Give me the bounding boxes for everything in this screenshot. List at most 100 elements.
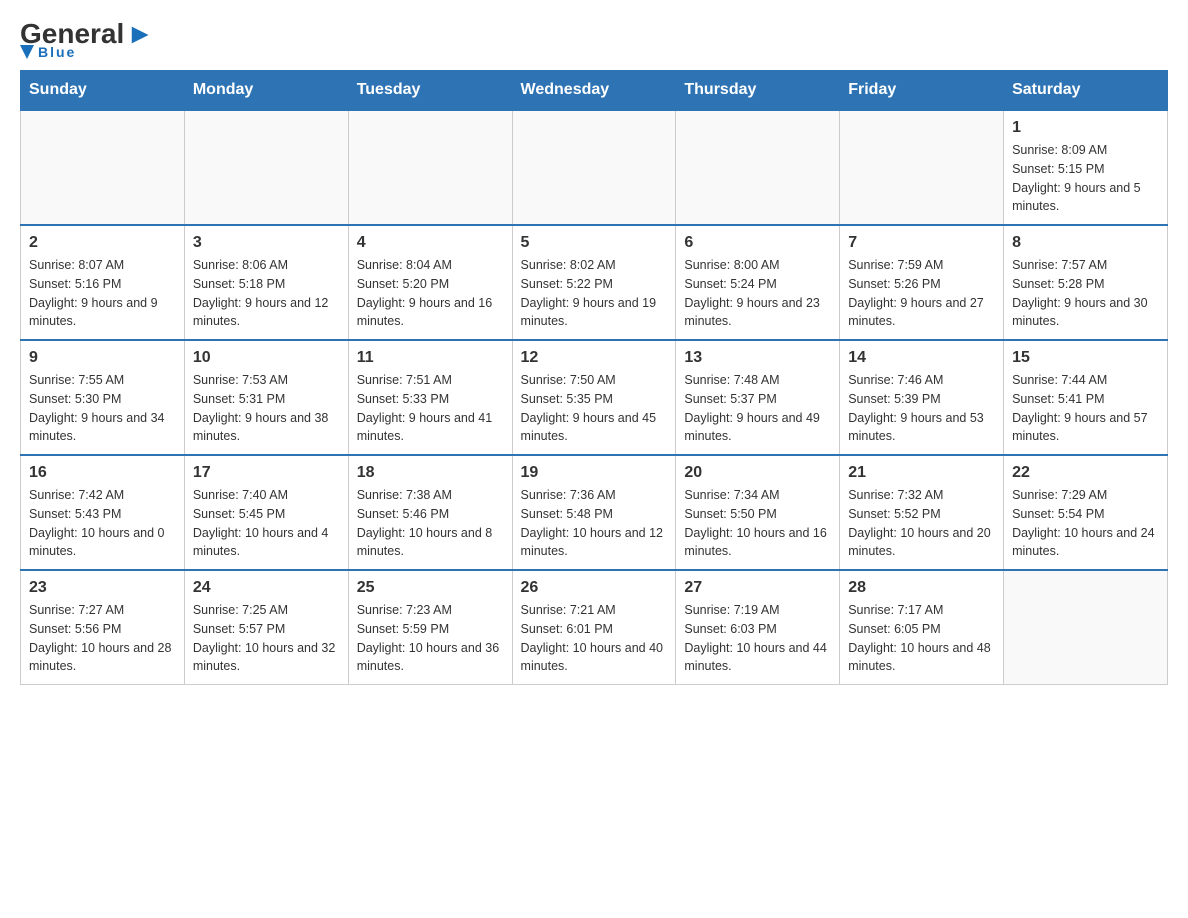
page-header: General► Blue [20,20,1168,60]
calendar-cell: 4 Sunrise: 8:04 AMSunset: 5:20 PMDaylight… [348,225,512,340]
day-info: Sunrise: 7:44 AMSunset: 5:41 PMDaylight:… [1012,371,1159,446]
day-number: 9 [29,349,176,367]
calendar-cell [21,110,185,225]
day-info: Sunrise: 7:27 AMSunset: 5:56 PMDaylight:… [29,601,176,676]
day-number: 3 [193,234,340,252]
calendar-cell: 26Sunrise: 7:21 AMSunset: 6:01 PMDayligh… [512,570,676,685]
day-number: 16 [29,464,176,482]
calendar-cell: 22 Sunrise: 7:29 AMSunset: 5:54 PMDayligh… [1004,455,1168,570]
calendar-cell: 24 Sunrise: 7:25 AMSunset: 5:57 PMDayligh… [184,570,348,685]
calendar-cell: 14 Sunrise: 7:46 AMSunset: 5:39 PMDayligh… [840,340,1004,455]
day-number: 4 [357,234,504,252]
day-number: 15 [1012,349,1159,367]
day-number: 24 [193,579,340,597]
day-info: Sunrise: 8:06 AMSunset: 5:18 PMDaylight:… [193,256,340,331]
day-info: Sunrise: 7:51 AMSunset: 5:33 PMDaylight:… [357,371,504,446]
calendar-cell: 21 Sunrise: 7:32 AMSunset: 5:52 PMDayligh… [840,455,1004,570]
day-info: Sunrise: 7:53 AMSunset: 5:31 PMDaylight:… [193,371,340,446]
day-info: Sunrise: 8:00 AMSunset: 5:24 PMDaylight:… [684,256,831,331]
day-info: Sunrise: 8:09 AMSunset: 5:15 PMDaylight:… [1012,141,1159,216]
day-number: 12 [521,349,668,367]
week-row-3: 9Sunrise: 7:55 AMSunset: 5:30 PMDaylight… [21,340,1168,455]
calendar-cell: 28 Sunrise: 7:17 AMSunset: 6:05 PMDayligh… [840,570,1004,685]
calendar-cell: 12 Sunrise: 7:50 AMSunset: 5:35 PMDayligh… [512,340,676,455]
day-info: Sunrise: 7:29 AMSunset: 5:54 PMDaylight:… [1012,486,1159,561]
day-number: 11 [357,349,504,367]
week-row-5: 23 Sunrise: 7:27 AMSunset: 5:56 PMDayligh… [21,570,1168,685]
day-info: Sunrise: 8:02 AMSunset: 5:22 PMDaylight:… [521,256,668,331]
day-number: 7 [848,234,995,252]
day-info: Sunrise: 7:32 AMSunset: 5:52 PMDaylight:… [848,486,995,561]
day-info: Sunrise: 7:50 AMSunset: 5:35 PMDaylight:… [521,371,668,446]
day-info: Sunrise: 7:46 AMSunset: 5:39 PMDaylight:… [848,371,995,446]
calendar-cell: 27Sunrise: 7:19 AMSunset: 6:03 PMDayligh… [676,570,840,685]
day-number: 18 [357,464,504,482]
calendar-cell: 18 Sunrise: 7:38 AMSunset: 5:46 PMDayligh… [348,455,512,570]
day-info: Sunrise: 7:59 AMSunset: 5:26 PMDaylight:… [848,256,995,331]
calendar-cell: 20 Sunrise: 7:34 AMSunset: 5:50 PMDayligh… [676,455,840,570]
calendar-cell: 3 Sunrise: 8:06 AMSunset: 5:18 PMDaylight… [184,225,348,340]
week-row-4: 16 Sunrise: 7:42 AMSunset: 5:43 PMDayligh… [21,455,1168,570]
day-number: 14 [848,349,995,367]
day-header-sunday: Sunday [21,71,185,111]
day-info: Sunrise: 8:04 AMSunset: 5:20 PMDaylight:… [357,256,504,331]
day-info: Sunrise: 8:07 AMSunset: 5:16 PMDaylight:… [29,256,176,331]
calendar-cell [1004,570,1168,685]
calendar-cell: 9Sunrise: 7:55 AMSunset: 5:30 PMDaylight… [21,340,185,455]
day-info: Sunrise: 7:17 AMSunset: 6:05 PMDaylight:… [848,601,995,676]
day-header-wednesday: Wednesday [512,71,676,111]
logo: General► Blue [20,20,154,60]
calendar-cell: 15 Sunrise: 7:44 AMSunset: 5:41 PMDayligh… [1004,340,1168,455]
day-number: 20 [684,464,831,482]
calendar-cell [840,110,1004,225]
day-header-friday: Friday [840,71,1004,111]
calendar-cell: 10 Sunrise: 7:53 AMSunset: 5:31 PMDayligh… [184,340,348,455]
calendar-cell: 19 Sunrise: 7:36 AMSunset: 5:48 PMDayligh… [512,455,676,570]
calendar-cell [676,110,840,225]
calendar-cell: 1 Sunrise: 8:09 AMSunset: 5:15 PMDaylight… [1004,110,1168,225]
calendar-cell: 5 Sunrise: 8:02 AMSunset: 5:22 PMDaylight… [512,225,676,340]
day-number: 8 [1012,234,1159,252]
day-number: 19 [521,464,668,482]
day-number: 21 [848,464,995,482]
day-info: Sunrise: 7:36 AMSunset: 5:48 PMDaylight:… [521,486,668,561]
day-info: Sunrise: 7:34 AMSunset: 5:50 PMDaylight:… [684,486,831,561]
calendar-cell: 7 Sunrise: 7:59 AMSunset: 5:26 PMDaylight… [840,225,1004,340]
calendar-cell: 17Sunrise: 7:40 AMSunset: 5:45 PMDayligh… [184,455,348,570]
day-info: Sunrise: 7:48 AMSunset: 5:37 PMDaylight:… [684,371,831,446]
day-number: 2 [29,234,176,252]
calendar-cell: 13 Sunrise: 7:48 AMSunset: 5:37 PMDayligh… [676,340,840,455]
day-info: Sunrise: 7:25 AMSunset: 5:57 PMDaylight:… [193,601,340,676]
calendar-cell: 16 Sunrise: 7:42 AMSunset: 5:43 PMDayligh… [21,455,185,570]
day-number: 6 [684,234,831,252]
calendar-table: SundayMondayTuesdayWednesdayThursdayFrid… [20,70,1168,685]
week-row-1: 1 Sunrise: 8:09 AMSunset: 5:15 PMDaylight… [21,110,1168,225]
calendar-cell [348,110,512,225]
day-number: 1 [1012,119,1159,137]
calendar-cell [512,110,676,225]
calendar-cell: 2 Sunrise: 8:07 AMSunset: 5:16 PMDaylight… [21,225,185,340]
calendar-cell: 11 Sunrise: 7:51 AMSunset: 5:33 PMDayligh… [348,340,512,455]
day-info: Sunrise: 7:21 AMSunset: 6:01 PMDaylight:… [521,601,668,676]
day-header-thursday: Thursday [676,71,840,111]
day-info: Sunrise: 7:40 AMSunset: 5:45 PMDaylight:… [193,486,340,561]
day-info: Sunrise: 7:42 AMSunset: 5:43 PMDaylight:… [29,486,176,561]
day-number: 28 [848,579,995,597]
week-row-2: 2 Sunrise: 8:07 AMSunset: 5:16 PMDaylight… [21,225,1168,340]
day-info: Sunrise: 7:19 AMSunset: 6:03 PMDaylight:… [684,601,831,676]
day-header-saturday: Saturday [1004,71,1168,111]
calendar-header-row: SundayMondayTuesdayWednesdayThursdayFrid… [21,71,1168,111]
day-info: Sunrise: 7:38 AMSunset: 5:46 PMDaylight:… [357,486,504,561]
calendar-cell [184,110,348,225]
calendar-cell: 6 Sunrise: 8:00 AMSunset: 5:24 PMDaylight… [676,225,840,340]
day-number: 22 [1012,464,1159,482]
calendar-cell: 23 Sunrise: 7:27 AMSunset: 5:56 PMDayligh… [21,570,185,685]
day-number: 10 [193,349,340,367]
day-number: 13 [684,349,831,367]
day-header-tuesday: Tuesday [348,71,512,111]
calendar-cell: 25Sunrise: 7:23 AMSunset: 5:59 PMDayligh… [348,570,512,685]
day-info: Sunrise: 7:23 AMSunset: 5:59 PMDaylight:… [357,601,504,676]
logo-blue-text: Blue [38,44,76,60]
day-number: 23 [29,579,176,597]
day-number: 5 [521,234,668,252]
